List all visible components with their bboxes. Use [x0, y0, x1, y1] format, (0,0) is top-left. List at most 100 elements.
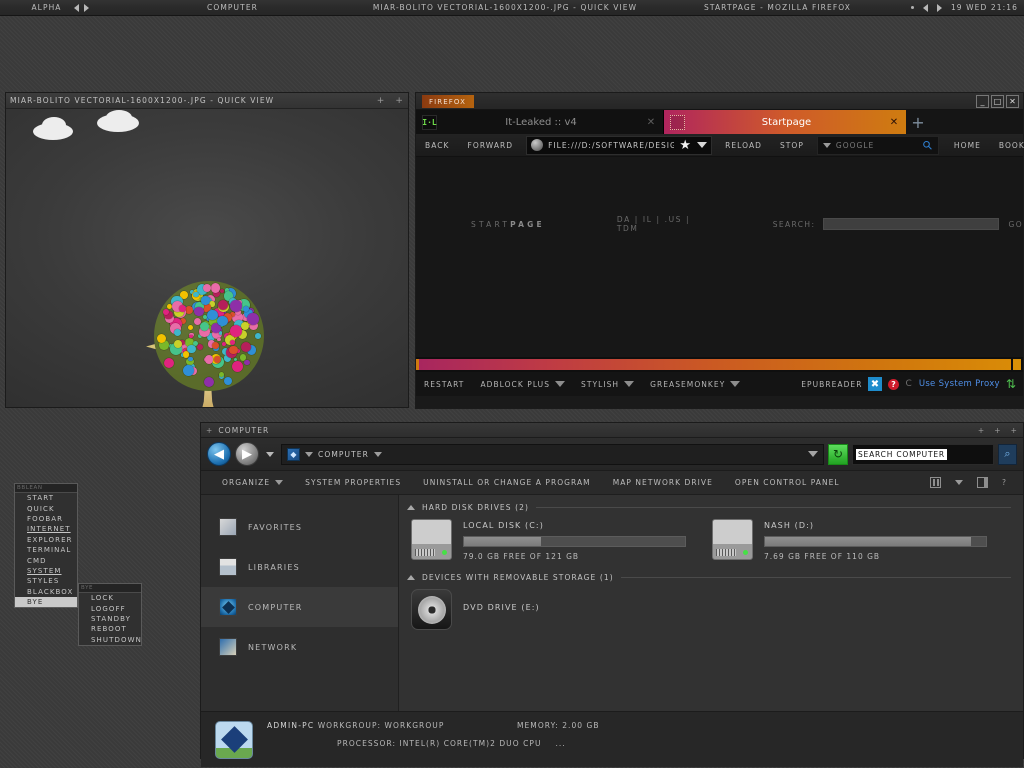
workspace-arrows[interactable]	[73, 3, 89, 12]
firefox-tabstrip[interactable]: I·L It-Leaked :: v4 ✕ Startpage ✕ +	[416, 110, 1023, 134]
taskbar-tray[interactable]: 19 WED 21:16	[910, 0, 1024, 15]
close-icon[interactable]: +	[395, 96, 404, 106]
close-icon[interactable]: ✕	[1006, 95, 1019, 108]
drive-item-nash-d[interactable]: NASH (D:) 7.69 GB FREE OF 110 GB	[712, 519, 987, 561]
minimize-icon[interactable]: +	[978, 426, 985, 435]
organize-button[interactable]: ORGANIZE	[211, 478, 294, 487]
home-button[interactable]: HOME	[945, 141, 990, 150]
startpage-go-button[interactable]: GO	[1008, 220, 1023, 229]
sidebar-item-computer[interactable]: COMPUTER	[201, 587, 398, 627]
menu-item-logoff[interactable]: LOGOFF	[79, 603, 141, 613]
bookmarks-button[interactable]: BOOKMARKS	[990, 141, 1024, 150]
taskbar-item-firefox[interactable]: STARTPAGE - MOZILLA FIREFOX	[665, 0, 890, 15]
tray-prev-icon[interactable]	[922, 3, 928, 12]
breadcrumb-chevron-icon[interactable]	[305, 451, 313, 457]
titlebar-plus-icon[interactable]: +	[206, 426, 213, 435]
menu-item-start[interactable]: START	[15, 493, 77, 503]
taskbar-item-computer[interactable]: COMPUTER	[120, 0, 345, 15]
menu-item-blackbox[interactable]: BLACKBOX	[15, 587, 77, 597]
explorer-window[interactable]: + COMPUTER + + + ◀ ▶ ◆ COMPUTER ↻ SEARCH…	[200, 422, 1024, 767]
bye-submenu[interactable]: BYE LOCK LOGOFF STANDBY REBOOT SHUTDOWN	[78, 583, 142, 646]
group-header-removable-storage[interactable]: DEVICES WITH REMOVABLE STORAGE (1)	[407, 573, 1011, 582]
menu-item-standby[interactable]: STANDBY	[79, 614, 141, 624]
address-bar[interactable]: ◆ COMPUTER	[281, 443, 824, 465]
address-dropdown-icon[interactable]	[808, 451, 818, 457]
xmarks-icon[interactable]: ✖	[868, 377, 883, 391]
image-viewer-window[interactable]: MIAR-BOLITO VECTORIAL-1600X1200-.JPG - Q…	[5, 92, 409, 408]
back-button[interactable]: BACK	[416, 141, 459, 150]
history-chevron-icon[interactable]	[266, 451, 274, 457]
search-icon[interactable]: ⌕	[998, 443, 1017, 465]
question-badge-icon[interactable]: ?	[888, 378, 900, 390]
chevron-down-icon[interactable]	[822, 142, 831, 148]
chevron-down-icon[interactable]	[730, 381, 741, 387]
sidebar-item-libraries[interactable]: LIBRARIES	[201, 547, 398, 587]
taskbar[interactable]: ALPHA COMPUTER MIAR-BOLITO VECTORIAL-160…	[0, 0, 1024, 16]
chevron-down-icon[interactable]	[954, 480, 963, 485]
collapse-icon[interactable]	[407, 505, 415, 510]
minimize-icon[interactable]: _	[976, 95, 989, 108]
url-bar[interactable]: FILE:///D:/SOFTWARE/DESIG ★	[526, 135, 713, 155]
firefox-window[interactable]: FIREFOX _ □ ✕ I·L It-Leaked :: v4 ✕ Star…	[415, 92, 1024, 409]
change-view-icon[interactable]	[929, 477, 941, 488]
menu-item-internet[interactable]: INTERNET	[15, 524, 77, 534]
sidebar-item-favorites[interactable]: FAVORITES	[201, 507, 398, 547]
tab-it-leaked[interactable]: I·L It-Leaked :: v4 ✕	[416, 110, 664, 134]
explorer-sidebar[interactable]: FAVORITES LIBRARIES COMPUTER NETWORK	[201, 495, 399, 711]
menu-item-cmd[interactable]: CMD	[15, 555, 77, 565]
search-input[interactable]: SEARCH COMPUTER	[852, 443, 994, 465]
drive-item-local-disk-c[interactable]: LOCAL DISK (C:) 79.0 GB FREE OF 121 GB	[411, 519, 686, 561]
refresh-button[interactable]: ↻	[828, 443, 848, 465]
tab-startpage[interactable]: Startpage ✕	[664, 110, 906, 134]
chevron-down-icon[interactable]	[555, 381, 566, 387]
explorer-navbar[interactable]: ◀ ▶ ◆ COMPUTER ↻ SEARCH COMPUTER ⌕	[201, 438, 1023, 471]
adblock-plus-button[interactable]: ADBLOCK PLUS	[472, 380, 573, 389]
firefox-window-buttons[interactable]: _ □ ✕	[976, 95, 1019, 108]
explorer-titlebar[interactable]: + COMPUTER + + +	[201, 423, 1023, 438]
menu-item-quick[interactable]: QUICK	[15, 503, 77, 513]
group-header-hard-disk-drives[interactable]: HARD DISK DRIVES (2)	[407, 503, 1011, 512]
image-viewer-window-buttons[interactable]: + +	[377, 96, 404, 106]
menu-item-bye[interactable]: BYE	[15, 596, 77, 608]
use-system-proxy-link[interactable]: Use System Proxy	[919, 379, 1000, 389]
chevron-down-icon[interactable]	[275, 480, 284, 485]
breadcrumb-chevron-icon[interactable]	[373, 451, 382, 457]
reload-button[interactable]: RELOAD	[716, 141, 771, 150]
help-button[interactable]: ?	[1002, 478, 1007, 487]
tab-close-icon[interactable]: ✕	[888, 117, 900, 128]
menu-item-terminal[interactable]: TERMINAL	[15, 545, 77, 555]
minimize-icon[interactable]: +	[377, 96, 386, 106]
search-bar[interactable]: GOOGLE ⚲	[816, 135, 939, 155]
sidebar-item-network[interactable]: NETWORK	[201, 627, 398, 667]
search-icon[interactable]: ⚲	[920, 137, 937, 154]
menu-item-lock[interactable]: LOCK	[79, 593, 141, 603]
stylish-button[interactable]: STYLISH	[573, 380, 642, 389]
uninstall-or-change-a-program-button[interactable]: UNINSTALL OR CHANGE A PROGRAM	[412, 478, 602, 487]
prev-workspace-icon[interactable]	[73, 3, 79, 12]
menu-item-styles[interactable]: STYLES	[15, 576, 77, 586]
preview-pane-icon[interactable]	[976, 477, 988, 488]
close-icon[interactable]: +	[1011, 426, 1018, 435]
firefox-statusbar[interactable]: RESTART ADBLOCK PLUS STYLISH GREASEMONKE…	[416, 372, 1023, 396]
chevron-down-icon[interactable]	[624, 381, 635, 387]
taskbar-item-quickview[interactable]: MIAR-BOLITO VECTORIAL-1600X1200-.JPG - Q…	[345, 0, 665, 15]
firefox-titlebar[interactable]: FIREFOX _ □ ✕	[416, 93, 1023, 110]
root-menu[interactable]: BBLEAN START QUICK FOOBAR INTERNET EXPLO…	[14, 483, 78, 609]
menu-item-explorer[interactable]: EXPLORER	[15, 535, 77, 545]
stop-button[interactable]: STOP	[771, 141, 813, 150]
drive-item-dvd-e[interactable]: DVD DRIVE (E:)	[411, 589, 686, 630]
breadcrumb[interactable]: COMPUTER	[318, 450, 369, 459]
map-network-drive-button[interactable]: MAP NETWORK DRIVE	[602, 478, 724, 487]
forward-button[interactable]: FORWARD	[459, 141, 523, 150]
firefox-toolbar[interactable]: BACK FORWARD FILE:///D:/SOFTWARE/DESIG ★…	[416, 134, 1024, 157]
system-properties-button[interactable]: SYSTEM PROPERTIES	[294, 478, 412, 487]
taskbar-workspace[interactable]: ALPHA	[0, 0, 120, 15]
menu-item-foobar[interactable]: FOOBAR	[15, 514, 77, 524]
bookmark-star-icon[interactable]: ★	[679, 139, 692, 152]
back-button[interactable]: ◀	[207, 442, 231, 466]
explorer-toolbar[interactable]: ORGANIZE SYSTEM PROPERTIES UNINSTALL OR …	[201, 471, 1023, 495]
epubreader-label[interactable]: EPUBREADER	[801, 380, 862, 389]
explorer-window-buttons[interactable]: + + +	[978, 426, 1018, 435]
tab-close-icon[interactable]: ✕	[645, 117, 657, 128]
greasemonkey-button[interactable]: GREASEMONKEY	[642, 380, 748, 389]
